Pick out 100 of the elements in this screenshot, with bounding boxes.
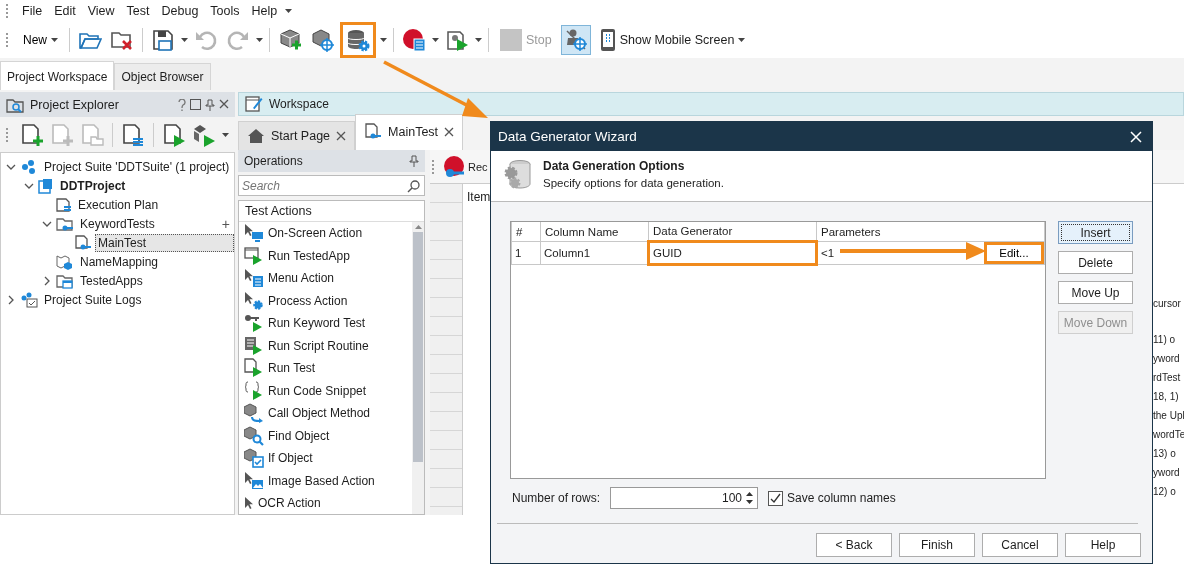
dialog-button[interactable]: Move Up [1058,281,1133,304]
checkbox-label[interactable]: Save column names [787,491,896,505]
table-cell: <1 [821,247,835,259]
database-gear-icon [503,159,533,191]
log-text: yword [1153,466,1181,480]
dialog-button[interactable]: Insert [1058,221,1133,244]
tree-item[interactable]: MainTest [95,233,234,252]
cube-add-icon[interactable] [278,28,302,52]
operation-item[interactable]: If Object [268,451,313,466]
tree-item[interactable]: Project Suite Logs [41,290,145,309]
menu-item[interactable]: File [18,4,47,18]
maximize-icon[interactable] [190,98,201,110]
panel-title: Project Explorer [30,97,120,112]
operation-item[interactable]: Run Script Routine [268,338,369,353]
cursor-monitor-icon [244,223,264,244]
scrollbar-thumb[interactable] [413,232,423,462]
add-button[interactable]: + [221,215,230,232]
log-text: 12) o [1153,485,1177,499]
tree-item[interactable]: NameMapping [77,252,162,271]
save-icon[interactable] [151,28,175,52]
map-cube-icon [56,253,74,270]
caret-icon [432,38,439,42]
close-icon[interactable] [336,131,347,141]
menu-item[interactable]: Tools [206,4,244,18]
panel-tab[interactable]: Project Workspace [0,61,115,90]
operation-item[interactable]: Find Object [268,428,330,443]
operation-item[interactable]: Process Action [268,293,348,308]
script-run-icon [244,335,264,356]
record-icon[interactable] [402,28,426,52]
scroll-up-icon[interactable] [414,225,422,229]
log-text: cursor [1153,297,1182,311]
operation-item[interactable]: Run Keyword Test [268,316,366,331]
operation-item[interactable]: Run TestedApp [268,248,350,263]
menu-item[interactable]: Edit [50,4,80,18]
spinner-icon[interactable] [746,492,754,504]
edit-button[interactable]: Edit... [984,242,1044,264]
log-text: the Upl [1153,409,1184,423]
caret-icon [380,38,387,42]
panel-tab[interactable]: Object Browser [114,63,211,90]
document-tab[interactable]: MainTest [355,114,464,150]
pin-icon[interactable] [409,155,419,167]
search-field[interactable]: Search [238,175,425,196]
menu-item[interactable]: View [83,4,119,18]
cursor-menu-icon [244,268,264,289]
dialog-button[interactable]: < Back [816,533,892,557]
document-run-icon[interactable] [162,122,186,147]
record-key-icon[interactable] [442,154,466,179]
dialog-button[interactable]: Finish [899,533,975,557]
log-text: yword [1153,352,1181,366]
operation-item[interactable]: Call Object Method [268,406,371,421]
workspace-title: Workspace [269,97,329,111]
pin-icon[interactable] [205,98,215,111]
cursor-icon [244,496,254,511]
tree-item[interactable]: DDTProject [57,176,129,195]
document-tab[interactable]: Start Page [238,121,356,150]
record-label[interactable]: Rec [468,160,488,173]
tree-item[interactable]: KeywordTests [77,214,158,233]
operation-item[interactable]: Run Test [268,361,316,376]
operation-item[interactable]: On-Screen Action [268,226,363,241]
operation-item[interactable]: OCR Action [258,496,321,511]
caret-icon [222,132,229,137]
network-run-icon[interactable] [192,122,216,147]
close-icon[interactable] [219,98,229,109]
document-run-icon [244,358,264,379]
database-gear-icon[interactable] [340,22,376,58]
help-icon[interactable] [178,98,186,111]
column-header: Parameters [816,222,1045,242]
menu-item[interactable]: Test [122,4,154,18]
document-list-icon[interactable] [121,122,145,147]
operation-item[interactable]: Image Based Action [268,473,375,488]
new-button[interactable]: New [18,29,63,51]
dialog-button[interactable]: Delete [1058,251,1133,274]
spy-target-icon[interactable] [560,25,591,55]
group-header: Test Actions [239,201,424,222]
close-icon[interactable] [444,127,455,137]
log-text: rdTest [1153,371,1182,385]
mobile-phone-icon[interactable] [599,28,616,52]
log-text: 18, 1) [1153,390,1180,404]
column-header: Item [467,190,491,204]
cursor-gear-icon [244,290,264,311]
checkbox[interactable] [768,490,784,506]
cube-target-icon[interactable] [310,28,334,52]
dialog-button[interactable]: Help [1065,533,1141,557]
document-add-icon[interactable] [20,122,44,147]
plan-icon [56,196,72,213]
menu-item[interactable]: Help [247,4,282,18]
tree-item[interactable]: Execution Plan [75,195,162,214]
run-icon[interactable] [445,28,469,52]
operation-item[interactable]: Menu Action [268,271,335,286]
tree-item[interactable]: TestedApps [77,271,146,290]
number-field[interactable]: 100 [610,487,759,509]
tree-item[interactable]: Project Suite 'DDTSuite' (1 project) [41,157,233,176]
dialog-button[interactable]: Cancel [982,533,1058,557]
menu-item[interactable]: Debug [157,4,203,18]
search-icon[interactable] [407,179,421,193]
cube-checkbox-icon [244,448,264,469]
cursor-image-icon [244,470,264,491]
operation-item[interactable]: Run Code Snippet [268,383,367,398]
mobile-screen-label[interactable]: Show Mobile Screen [619,33,735,47]
caret-icon [181,38,188,42]
